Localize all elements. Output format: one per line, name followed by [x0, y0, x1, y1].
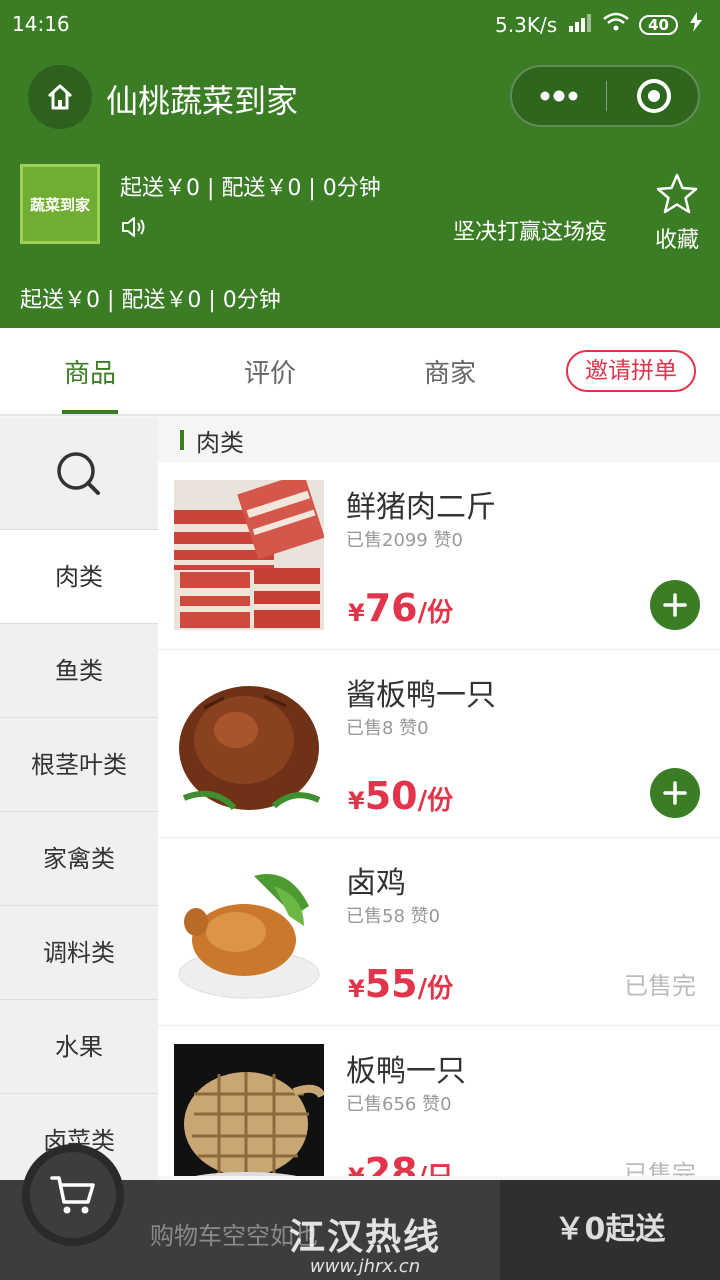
status-bar: 14:16 5.3K/s 40 [0, 0, 720, 48]
product-price: ¥76/份 [348, 586, 453, 630]
product-price: ¥28/只 [348, 1150, 453, 1176]
price-value: 50 [364, 774, 418, 818]
sidebar-item-fruit[interactable]: 水果 [0, 1000, 158, 1094]
sidebar-item-root-vegetables[interactable]: 根茎叶类 [0, 718, 158, 812]
sidebar-item-fish[interactable]: 鱼类 [0, 624, 158, 718]
product-sales: 已售656 赞0 [346, 1094, 452, 1115]
product-name: 板鸭一只 [346, 1054, 466, 1089]
product-sales: 已售58 赞0 [346, 906, 441, 927]
sidebar-item-meat[interactable]: 肉类 [0, 530, 158, 624]
sold-out-label: 已售完 [624, 972, 696, 1000]
product-item[interactable]: 酱板鸭一只 已售8 赞0 ¥50/份 [158, 650, 720, 838]
product-item[interactable]: 卤鸡 已售58 赞0 ¥55/份 已售完 [158, 838, 720, 1026]
network-speed: 5.3K/s [495, 12, 558, 37]
close-button[interactable] [608, 67, 700, 125]
invite-group-order-button[interactable]: 邀请拼单 [566, 350, 696, 392]
product-image-sauce-duck [174, 668, 324, 818]
capsule-divider [606, 81, 607, 111]
product-name: 酱板鸭一只 [346, 678, 496, 713]
tab-reviews[interactable]: 评价 [210, 328, 330, 416]
home-icon [47, 84, 73, 110]
price-unit: /份 [417, 786, 454, 816]
battery-indicator: 40 [639, 14, 678, 35]
price-unit: /份 [417, 598, 454, 628]
shop-header: 仙桃蔬菜到家 蔬菜到家 起送￥0 | 配送￥0 | 0分钟 坚决打赢这场疫 收藏… [0, 48, 720, 328]
price-value: 28 [364, 1150, 418, 1176]
price-unit: /份 [417, 974, 454, 1004]
price-value: 55 [364, 962, 418, 1006]
product-sales: 已售2099 赞0 [346, 530, 463, 551]
target-icon [637, 79, 671, 113]
search-icon [57, 451, 100, 495]
price-currency: ¥ [348, 787, 365, 815]
tab-bar: 商品 评价 商家 邀请拼单 [0, 328, 720, 416]
product-sales: 已售8 赞0 [346, 718, 429, 739]
active-tab-indicator [62, 410, 118, 414]
product-name: 卤鸡 [346, 866, 406, 901]
speaker-icon [120, 214, 148, 244]
category-title: 肉类 [196, 428, 244, 457]
product-price: ¥55/份 [348, 962, 453, 1006]
signal-icon [567, 12, 593, 37]
status-time: 14:16 [12, 12, 70, 36]
product-image-salted-duck [174, 1044, 324, 1176]
sidebar-item-poultry[interactable]: 家禽类 [0, 812, 158, 906]
home-button[interactable] [28, 65, 92, 129]
product-name: 鲜猪肉二斤 [346, 490, 496, 525]
product-item[interactable]: 鲜猪肉二斤 已售2099 赞0 ¥76/份 [158, 462, 720, 650]
watermark-title: 江汉热线 [288, 1217, 441, 1258]
delivery-info: 起送￥0 | 配送￥0 | 0分钟 [120, 176, 381, 201]
favorite-label: 收藏 [654, 228, 699, 253]
category-sidebar: 肉类 鱼类 根茎叶类 家禽类 调料类 水果 卤菜类 [0, 418, 158, 1180]
price-currency: ¥ [348, 975, 365, 1003]
product-image-braised-chicken [174, 856, 324, 1006]
product-image-pork [174, 480, 324, 630]
search-button[interactable] [0, 418, 158, 530]
shop-logo: 蔬菜到家 [20, 164, 100, 244]
tab-goods[interactable]: 商品 [30, 328, 150, 416]
charging-icon [688, 12, 704, 37]
cart-button[interactable] [22, 1144, 124, 1246]
watermark: 江汉热线 www.jhrx.cn [270, 1208, 460, 1277]
min-order-button[interactable]: ￥0起送 [500, 1180, 720, 1280]
sold-out-label: 已售完 [624, 1160, 696, 1176]
app-title: 仙桃蔬菜到家 [106, 82, 299, 120]
category-header: 肉类 [158, 418, 720, 462]
product-list: 肉类 鲜猪肉二斤 已售2099 赞0 ¥76/份 酱板鸭一只 已售8 赞0 ¥5… [158, 418, 720, 1176]
plus-icon [663, 593, 687, 617]
price-currency: ¥ [348, 1163, 365, 1176]
product-price: ¥50/份 [348, 774, 453, 818]
more-icon [540, 90, 578, 102]
plus-icon [663, 781, 687, 805]
add-to-cart-button[interactable] [650, 768, 700, 818]
notice-text: 坚决打赢这场疫 [453, 220, 608, 245]
product-item[interactable]: 板鸭一只 已售656 赞0 ¥28/只 已售完 [158, 1026, 720, 1176]
price-value: 76 [364, 586, 418, 630]
delivery-info-secondary: 起送￥0 | 配送￥0 | 0分钟 [20, 288, 281, 313]
shopping-cart-icon [50, 1176, 95, 1214]
price-currency: ¥ [348, 599, 365, 627]
sidebar-item-seasoning[interactable]: 调料类 [0, 906, 158, 1000]
miniprogram-capsule [510, 65, 700, 127]
category-marker [180, 430, 184, 450]
favorite-button[interactable]: 收藏 [646, 172, 708, 254]
star-icon [656, 173, 698, 214]
price-unit: /只 [418, 1162, 454, 1176]
tab-merchant[interactable]: 商家 [390, 328, 510, 416]
more-button[interactable] [512, 67, 606, 125]
wifi-icon [603, 12, 629, 37]
add-to-cart-button[interactable] [650, 580, 700, 630]
